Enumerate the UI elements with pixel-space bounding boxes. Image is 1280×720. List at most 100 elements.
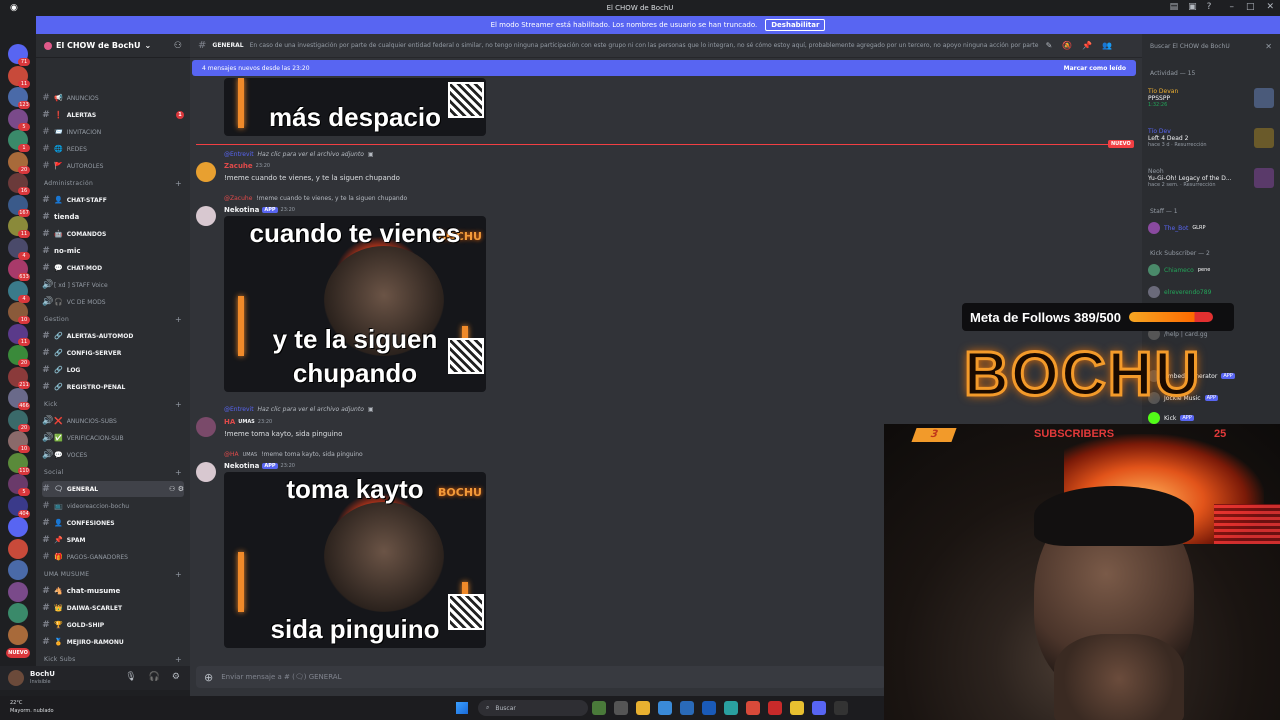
guild-header[interactable]: El CHOW de BochU ⌄ ⚇ bbox=[36, 34, 190, 58]
taskbar-search[interactable]: ⌕ Buscar bbox=[478, 700, 588, 716]
channel-registro-penal[interactable]: # 🔗 REGISTRO-PENAL bbox=[42, 379, 184, 395]
reply-preview[interactable]: @Zacuhe !meme cuando te vienes, y te la … bbox=[224, 195, 407, 202]
meme-image[interactable]: más despacio bbox=[224, 78, 486, 136]
file-explorer-icon[interactable] bbox=[636, 701, 650, 715]
avatar[interactable] bbox=[196, 206, 216, 226]
category-header[interactable]: Social + bbox=[44, 466, 182, 478]
channel-spam[interactable]: # 📌 SPAM bbox=[42, 532, 184, 548]
add-attachment-icon[interactable]: ⊕ bbox=[204, 671, 213, 684]
discord-icon[interactable] bbox=[812, 701, 826, 715]
category-header[interactable]: Kick + bbox=[44, 398, 182, 410]
reply-preview[interactable]: @Entrevit Haz clic para ver el archivo a… bbox=[224, 151, 374, 158]
server-icon[interactable] bbox=[8, 560, 28, 580]
server-icon[interactable]: 4 bbox=[8, 280, 30, 303]
server-icon[interactable]: 1 bbox=[8, 130, 30, 152]
channel-invitacion[interactable]: # 📨 INVITACION bbox=[42, 124, 184, 140]
channel-chat-musume[interactable]: # 🐴 chat-musume bbox=[42, 583, 184, 599]
message-author[interactable]: Nekotina APP 23:20 bbox=[224, 206, 295, 214]
pinned-icon[interactable]: 📌 bbox=[1082, 41, 1092, 50]
add-channel-icon[interactable]: + bbox=[175, 179, 182, 188]
discord-logo-icon[interactable]: ◉ bbox=[10, 3, 18, 13]
opera-icon[interactable] bbox=[768, 701, 782, 715]
server-icon[interactable]: 211 bbox=[8, 366, 30, 389]
disable-streamer-button[interactable]: Deshabilitar bbox=[765, 19, 826, 31]
notifications-icon[interactable]: 🔕 bbox=[1062, 41, 1072, 50]
message-author[interactable]: Nekotina APP 23:20 bbox=[224, 462, 295, 470]
server-icon[interactable] bbox=[8, 624, 28, 645]
channel-alertas[interactable]: # ❗ ALERTAS 1 bbox=[42, 107, 184, 123]
settings-gear-icon[interactable]: ⚙ bbox=[172, 672, 180, 682]
server-icon[interactable]: 123 bbox=[8, 87, 30, 109]
mark-as-read-button[interactable]: Marcar como leído bbox=[1064, 65, 1126, 72]
channel-topic[interactable]: En caso de una investigación por parte d… bbox=[250, 42, 1040, 49]
server-icon[interactable]: 20 bbox=[8, 345, 30, 367]
server-icon[interactable]: 167 bbox=[8, 194, 30, 217]
channel-pagos-ganadores[interactable]: # 🎁 PAGOS-GANADORES bbox=[42, 549, 184, 565]
category-header[interactable]: Gestion + bbox=[44, 313, 182, 325]
add-channel-icon[interactable]: + bbox=[175, 400, 182, 409]
outlook-icon[interactable] bbox=[702, 701, 716, 715]
channel-alertas-automod[interactable]: # 🔗 ALERTAS-AUTOMOD bbox=[42, 328, 184, 344]
message-author[interactable]: HA UMAS 23:20 bbox=[224, 418, 272, 426]
member-item[interactable]: Chiameco pene bbox=[1148, 262, 1278, 278]
server-icon[interactable]: 11 bbox=[8, 216, 30, 238]
weather-widget[interactable]: 22°C Mayorm. nublado bbox=[10, 699, 54, 715]
avatar[interactable] bbox=[196, 162, 216, 182]
server-icon[interactable] bbox=[8, 581, 28, 602]
channel-gold-ship[interactable]: # 🏆 GOLD-SHIP bbox=[42, 617, 184, 633]
server-icon[interactable]: 11 bbox=[8, 323, 30, 346]
server-icon[interactable]: 10 bbox=[8, 431, 30, 453]
category-header[interactable]: UMA MUSUME + bbox=[44, 568, 182, 580]
server-icon[interactable]: 16 bbox=[8, 173, 30, 195]
channel-mejiro-ramonu[interactable]: # 🏅 MEJIRO-RAMONU bbox=[42, 634, 184, 650]
server-icon[interactable] bbox=[8, 517, 28, 537]
category-header[interactable]: Kick Subs + bbox=[44, 653, 182, 665]
calendar-icon[interactable] bbox=[680, 701, 694, 715]
reply-preview[interactable]: @Entrevit Haz clic para ver el archivo a… bbox=[224, 406, 374, 413]
add-channel-icon[interactable]: + bbox=[175, 468, 182, 477]
server-icon[interactable] bbox=[8, 603, 28, 623]
invite-people-icon[interactable]: ⚇ bbox=[174, 41, 182, 51]
server-icon[interactable]: 4 bbox=[8, 237, 30, 260]
channel-videoreaccion-bochu[interactable]: # 📺 videoreaccion-bochu bbox=[42, 498, 184, 514]
inbox-icon[interactable]: ▤ bbox=[1170, 2, 1179, 12]
channel-autoroles[interactable]: # 🚩 AUTOROLES bbox=[42, 158, 184, 174]
close-button[interactable]: ✕ bbox=[1266, 2, 1274, 12]
maximize-button[interactable]: □ bbox=[1246, 2, 1255, 12]
server-icon[interactable] bbox=[8, 538, 28, 559]
server-icon[interactable]: 110 bbox=[8, 452, 30, 475]
server-icon[interactable]: 5 bbox=[8, 474, 30, 496]
avatar[interactable] bbox=[196, 462, 216, 482]
channel-no-mic[interactable]: # no-mic bbox=[42, 243, 184, 259]
obs-icon[interactable] bbox=[834, 701, 848, 715]
channel-daiwa-scarlet[interactable]: # 👑 DAIWA-SCARLET bbox=[42, 600, 184, 616]
home-server-icon[interactable]: 71 bbox=[8, 44, 30, 66]
meme-image[interactable]: BOCHU cuando te vienes y te la siguen ch… bbox=[224, 216, 486, 392]
message-author[interactable]: Zacuhe 23:20 bbox=[224, 162, 270, 170]
chrome-profile-icon[interactable] bbox=[790, 701, 804, 715]
add-channel-icon[interactable]: + bbox=[175, 315, 182, 324]
channel-tienda[interactable]: # tienda bbox=[42, 209, 184, 225]
channel-config-server[interactable]: # 🔗 CONFIG-SERVER bbox=[42, 345, 184, 361]
channel-chat-staff[interactable]: # 👤 CHAT-STAFF bbox=[42, 192, 184, 208]
headphones-icon[interactable]: 🎧 bbox=[149, 672, 160, 682]
screen-icon[interactable]: ▣ bbox=[1188, 2, 1197, 12]
avatar[interactable] bbox=[196, 417, 216, 437]
server-icon[interactable]: 404 bbox=[8, 495, 30, 518]
member-item[interactable]: The_Bot GLRP bbox=[1148, 220, 1278, 236]
reply-preview[interactable]: @HA UMAS !meme toma kayto, sida pinguino bbox=[224, 451, 363, 458]
activity-item[interactable]: Tío Devan PPSSPP 1:32:26 bbox=[1148, 88, 1274, 108]
activity-item[interactable]: Tío Dev Left 4 Dead 2 hace 3 d · Resurre… bbox=[1148, 128, 1274, 148]
channel-confesiones[interactable]: # 👤 CONFESIONES bbox=[42, 515, 184, 531]
channel-settings-icon[interactable]: ⚇ ⚙ bbox=[169, 485, 184, 493]
channel-chat-mod[interactable]: # 💬 CHAT-MOD bbox=[42, 260, 184, 276]
meme-image[interactable]: BOCHU toma kayto sida pinguino bbox=[224, 472, 486, 648]
member-list-icon[interactable]: 👥 bbox=[1102, 41, 1112, 50]
channel-comandos[interactable]: # 🤖 COMANDOS bbox=[42, 226, 184, 242]
member-item[interactable]: Kick APP bbox=[1148, 410, 1278, 424]
channel-xd-staff-voice[interactable]: 🔊[ xd ] STAFF Voice bbox=[42, 277, 184, 293]
server-icon[interactable]: 20 bbox=[8, 151, 30, 174]
task-view-icon[interactable] bbox=[614, 701, 628, 715]
channel-anuncios-subs[interactable]: 🔊 ❌ ANUNCIOS-SUBS bbox=[42, 413, 184, 429]
category-header[interactable]: Administración + bbox=[44, 177, 182, 189]
